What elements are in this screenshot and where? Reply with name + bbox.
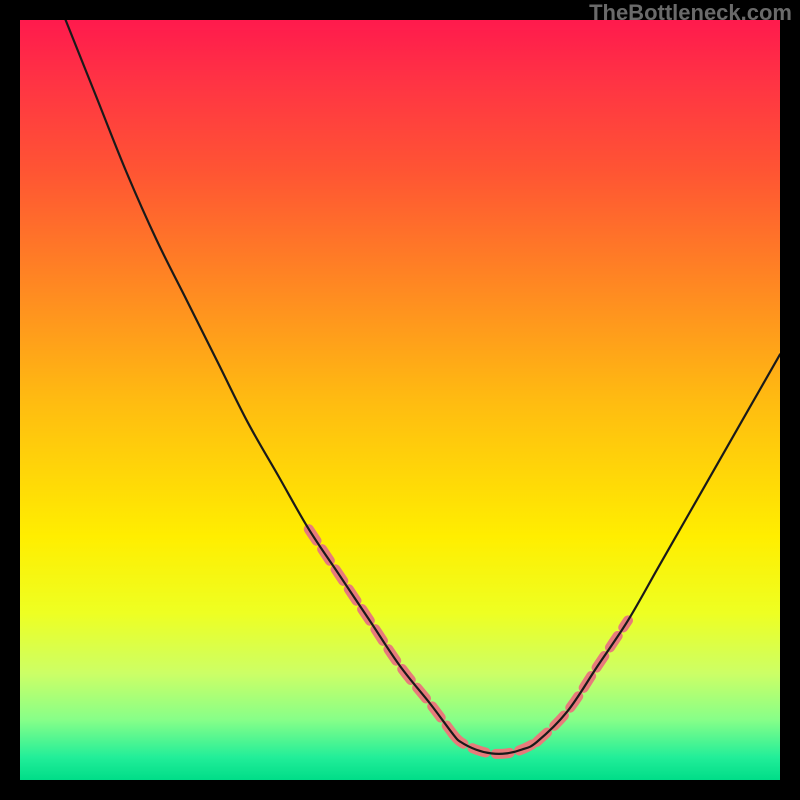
chart-container: TheBottleneck.com [0,0,800,800]
highlight-group [309,529,628,754]
plot-area [20,20,780,780]
highlight-segment [309,529,453,734]
highlight-segment [537,620,628,742]
watermark-text: TheBottleneck.com [589,0,792,26]
bottleneck-curve-path [66,20,780,754]
chart-svg [20,20,780,780]
